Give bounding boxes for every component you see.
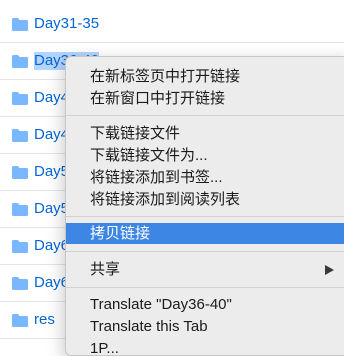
folder-icon: [12, 203, 28, 216]
folder-icon: [12, 314, 28, 327]
menu-item-label: 下载链接文件为...: [90, 147, 208, 164]
folder-icon: [12, 55, 28, 68]
folder-icon: [12, 92, 28, 105]
menu-item-download-link[interactable]: 下载链接文件: [66, 123, 344, 144]
menu-item-label: 1P...: [90, 340, 119, 356]
menu-separator: [66, 216, 344, 217]
context-menu: 在新标签页中打开链接 在新窗口中打开链接 下载链接文件 下载链接文件为... 将…: [65, 56, 344, 356]
menu-item-partial[interactable]: 1P...: [66, 338, 344, 356]
menu-item-open-in-new-tab[interactable]: 在新标签页中打开链接: [66, 66, 344, 87]
menu-item-translate-tab[interactable]: Translate this Tab: [66, 316, 344, 337]
folder-icon: [12, 129, 28, 142]
menu-item-share[interactable]: 共享: [66, 259, 344, 280]
menu-item-label: Translate this Tab: [90, 318, 208, 335]
menu-item-add-to-bookmarks[interactable]: 将链接添加到书签...: [66, 167, 344, 188]
file-row[interactable]: Day31-35: [0, 6, 344, 43]
submenu-arrow-icon: [325, 265, 334, 275]
menu-separator: [66, 115, 344, 116]
folder-icon: [12, 240, 28, 253]
menu-separator: [66, 251, 344, 252]
menu-item-label: 在新窗口中打开链接: [90, 90, 226, 107]
menu-item-label: 下载链接文件: [90, 125, 181, 142]
menu-item-label: Translate "Day36-40": [90, 296, 232, 313]
menu-item-label: 共享: [90, 261, 121, 278]
file-link[interactable]: Day31-35: [34, 15, 99, 33]
menu-item-label: 将链接添加到书签...: [90, 169, 223, 186]
folder-icon: [12, 166, 28, 179]
menu-item-download-link-as[interactable]: 下载链接文件为...: [66, 145, 344, 166]
menu-separator: [66, 287, 344, 288]
folder-icon: [12, 18, 28, 31]
menu-item-copy-link[interactable]: 拷贝链接: [66, 223, 344, 244]
menu-item-open-in-new-window[interactable]: 在新窗口中打开链接: [66, 88, 344, 109]
menu-item-label: 拷贝链接: [90, 225, 151, 242]
folder-icon: [12, 277, 28, 290]
menu-item-add-to-reading-list[interactable]: 将链接添加到阅读列表: [66, 189, 344, 210]
menu-item-translate-selection[interactable]: Translate "Day36-40": [66, 294, 344, 315]
file-link[interactable]: res: [34, 311, 55, 329]
menu-item-label: 将链接添加到阅读列表: [90, 191, 241, 208]
menu-item-label: 在新标签页中打开链接: [90, 68, 241, 85]
